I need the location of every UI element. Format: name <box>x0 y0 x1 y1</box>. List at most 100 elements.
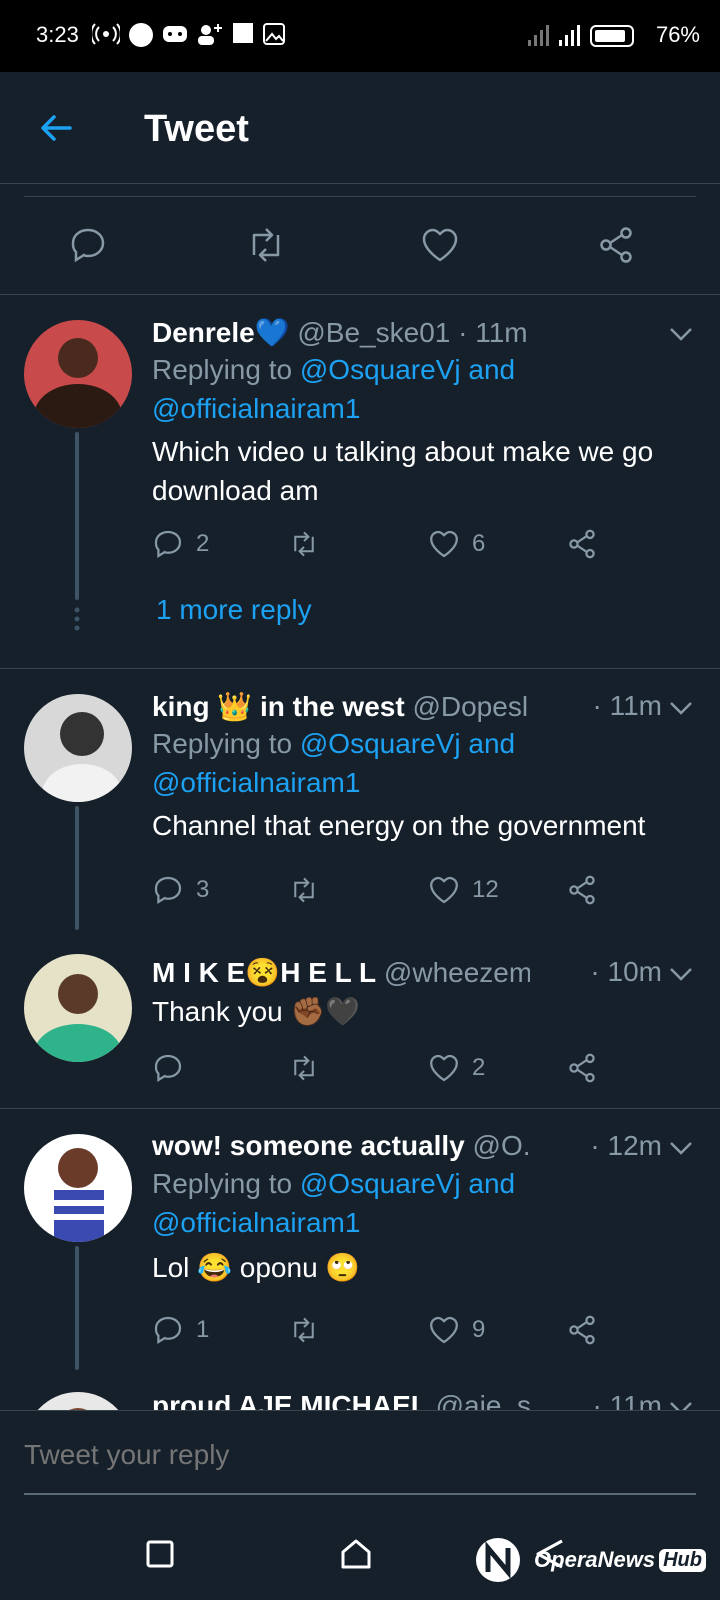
reply-button[interactable]: 1 <box>152 1314 209 1346</box>
mention-link[interactable]: @officialnairam1 <box>152 767 360 798</box>
share-button[interactable] <box>566 528 598 560</box>
user-handle: @O... <box>472 1130 530 1161</box>
share-button[interactable] <box>566 1314 598 1346</box>
mention-link[interactable]: @officialnairam1 <box>152 1207 360 1238</box>
reply-tweet[interactable]: king 👑 in the west @Dopesl... · 11m Repl… <box>0 668 720 930</box>
like-button[interactable]: 2 <box>428 1052 485 1084</box>
user-name[interactable]: wow! someone actually <box>152 1130 465 1161</box>
retweet-button[interactable] <box>288 1052 320 1084</box>
share-button[interactable] <box>566 1052 598 1084</box>
like-icon <box>430 876 458 904</box>
replying-to: Replying to @OsquareVj and @officialnair… <box>152 350 692 428</box>
recents-icon[interactable] <box>142 1536 178 1572</box>
tweet-text: Which video u talking about make we go d… <box>152 432 697 510</box>
reply-icon[interactable] <box>68 225 108 265</box>
tweet-time: · 10m <box>590 956 662 987</box>
tweet-text: Thank you ✊🏾🖤 <box>152 992 697 1031</box>
reply-count: 1 <box>196 1316 210 1343</box>
tweet-text: Channel that energy on the government <box>152 806 697 845</box>
user-handle: @Dopesl... <box>412 691 530 722</box>
replying-to: Replying to @OsquareVj and @officialnair… <box>152 724 692 802</box>
tweet-time: · 11m <box>592 690 663 721</box>
tweet-text: Lol 😂 oponu 🙄 <box>152 1248 697 1287</box>
image-icon <box>262 22 286 46</box>
tweet-header: wow! someone actually @O... <box>152 1130 530 1166</box>
reply-tweet[interactable]: proud AJE MICHAEL @aje_s... · 11m <box>0 1370 720 1410</box>
avatar[interactable] <box>24 954 132 1062</box>
reply-count: 2 <box>196 530 210 557</box>
like-icon <box>430 530 458 558</box>
chevron-down-icon[interactable] <box>668 1394 694 1410</box>
home-icon[interactable] <box>338 1536 374 1572</box>
chevron-down-icon[interactable] <box>668 1134 694 1160</box>
app-header: Tweet <box>0 72 720 184</box>
reply-icon <box>154 1316 182 1345</box>
like-icon[interactable] <box>420 225 460 265</box>
tweet-actions: 2 6 <box>152 528 622 568</box>
reply-button[interactable]: 3 <box>152 874 209 906</box>
avatar[interactable] <box>24 694 132 802</box>
chevron-down-icon[interactable] <box>668 694 694 720</box>
like-button[interactable]: 12 <box>428 874 499 906</box>
user-name[interactable]: Denrele💙 <box>152 317 290 348</box>
like-icon <box>430 1054 458 1082</box>
like-button[interactable]: 9 <box>428 1314 485 1346</box>
mention-link[interactable]: @officialnairam1 <box>152 393 360 424</box>
thread-line <box>75 1246 79 1370</box>
reply-icon <box>154 530 182 559</box>
avatar[interactable] <box>24 1392 132 1410</box>
user-name[interactable]: M I K E😵H E L L <box>152 957 376 988</box>
retweet-button[interactable] <box>288 1314 320 1346</box>
thread-line <box>75 432 79 600</box>
tweet-text-line: download am <box>152 475 319 506</box>
tweet-header: M I K E😵H E L L @wheezemi... <box>152 956 530 992</box>
chevron-down-icon[interactable] <box>668 320 694 346</box>
status-bar: 3:23 76% <box>0 0 720 72</box>
reply-input[interactable] <box>24 1439 684 1471</box>
share-button[interactable] <box>566 874 598 906</box>
mention-link[interactable]: @OsquareVj and <box>300 354 515 385</box>
operanews-watermark: OperaNews Hub <box>466 1528 706 1592</box>
status-time: 3:23 <box>36 22 79 47</box>
share-icon <box>569 529 595 559</box>
tweet-time: · 12m <box>590 1130 662 1161</box>
like-count: 2 <box>472 1054 486 1081</box>
tweet-text-line: Which video u talking about make we go <box>152 436 654 467</box>
hotspot-icon <box>90 22 122 46</box>
replying-prefix: Replying to <box>152 728 300 759</box>
like-count: 6 <box>472 530 486 557</box>
signal-icons <box>528 24 580 46</box>
reply-button[interactable] <box>152 1052 184 1084</box>
tweet-text-line: Lol 😂 oponu 🙄 <box>152 1252 361 1283</box>
like-button[interactable]: 6 <box>428 528 485 560</box>
reply-tweet[interactable]: M I K E😵H E L L @wheezemi... · 10m Thank… <box>0 930 720 1108</box>
reply-tweet[interactable]: wow! someone actually @O... · 12m Replyi… <box>0 1108 720 1370</box>
user-name[interactable]: king 👑 in the west <box>152 691 405 722</box>
back-arrow-icon[interactable] <box>36 108 76 148</box>
more-replies-link[interactable]: 1 more reply <box>156 594 312 626</box>
watermark-hub: Hub <box>659 1548 706 1572</box>
main-tweet-actions <box>24 196 696 294</box>
battery-percent: 76% <box>655 22 700 47</box>
retweet-icon[interactable] <box>244 225 284 265</box>
retweet-button[interactable] <box>288 528 320 560</box>
mention-link[interactable]: @OsquareVj and <box>300 728 515 759</box>
tweet-text-line: Thank you ✊🏾🖤 <box>152 996 361 1027</box>
mention-link[interactable]: @OsquareVj and <box>300 1168 515 1199</box>
battery-icon <box>590 25 634 47</box>
reply-button[interactable]: 2 <box>152 528 209 560</box>
tweet-actions: 1 9 <box>152 1314 622 1354</box>
reply-icon <box>154 1054 182 1083</box>
user-name[interactable]: proud AJE MICHAEL <box>152 1390 428 1410</box>
watermark-text: OperaNews <box>534 1547 656 1572</box>
like-icon <box>430 1316 458 1344</box>
user-handle: @aje_s... <box>435 1390 530 1410</box>
tweet-header: proud AJE MICHAEL @aje_s... <box>152 1390 530 1410</box>
chevron-down-icon[interactable] <box>668 960 694 986</box>
add-contact-icon <box>196 22 224 46</box>
reply-tweet[interactable]: Denrele💙 @Be_ske01 · 11m Replying to @Os… <box>0 294 720 668</box>
share-icon[interactable] <box>596 225 636 265</box>
avatar[interactable] <box>24 1134 132 1242</box>
retweet-button[interactable] <box>288 874 320 906</box>
avatar[interactable] <box>24 320 132 428</box>
